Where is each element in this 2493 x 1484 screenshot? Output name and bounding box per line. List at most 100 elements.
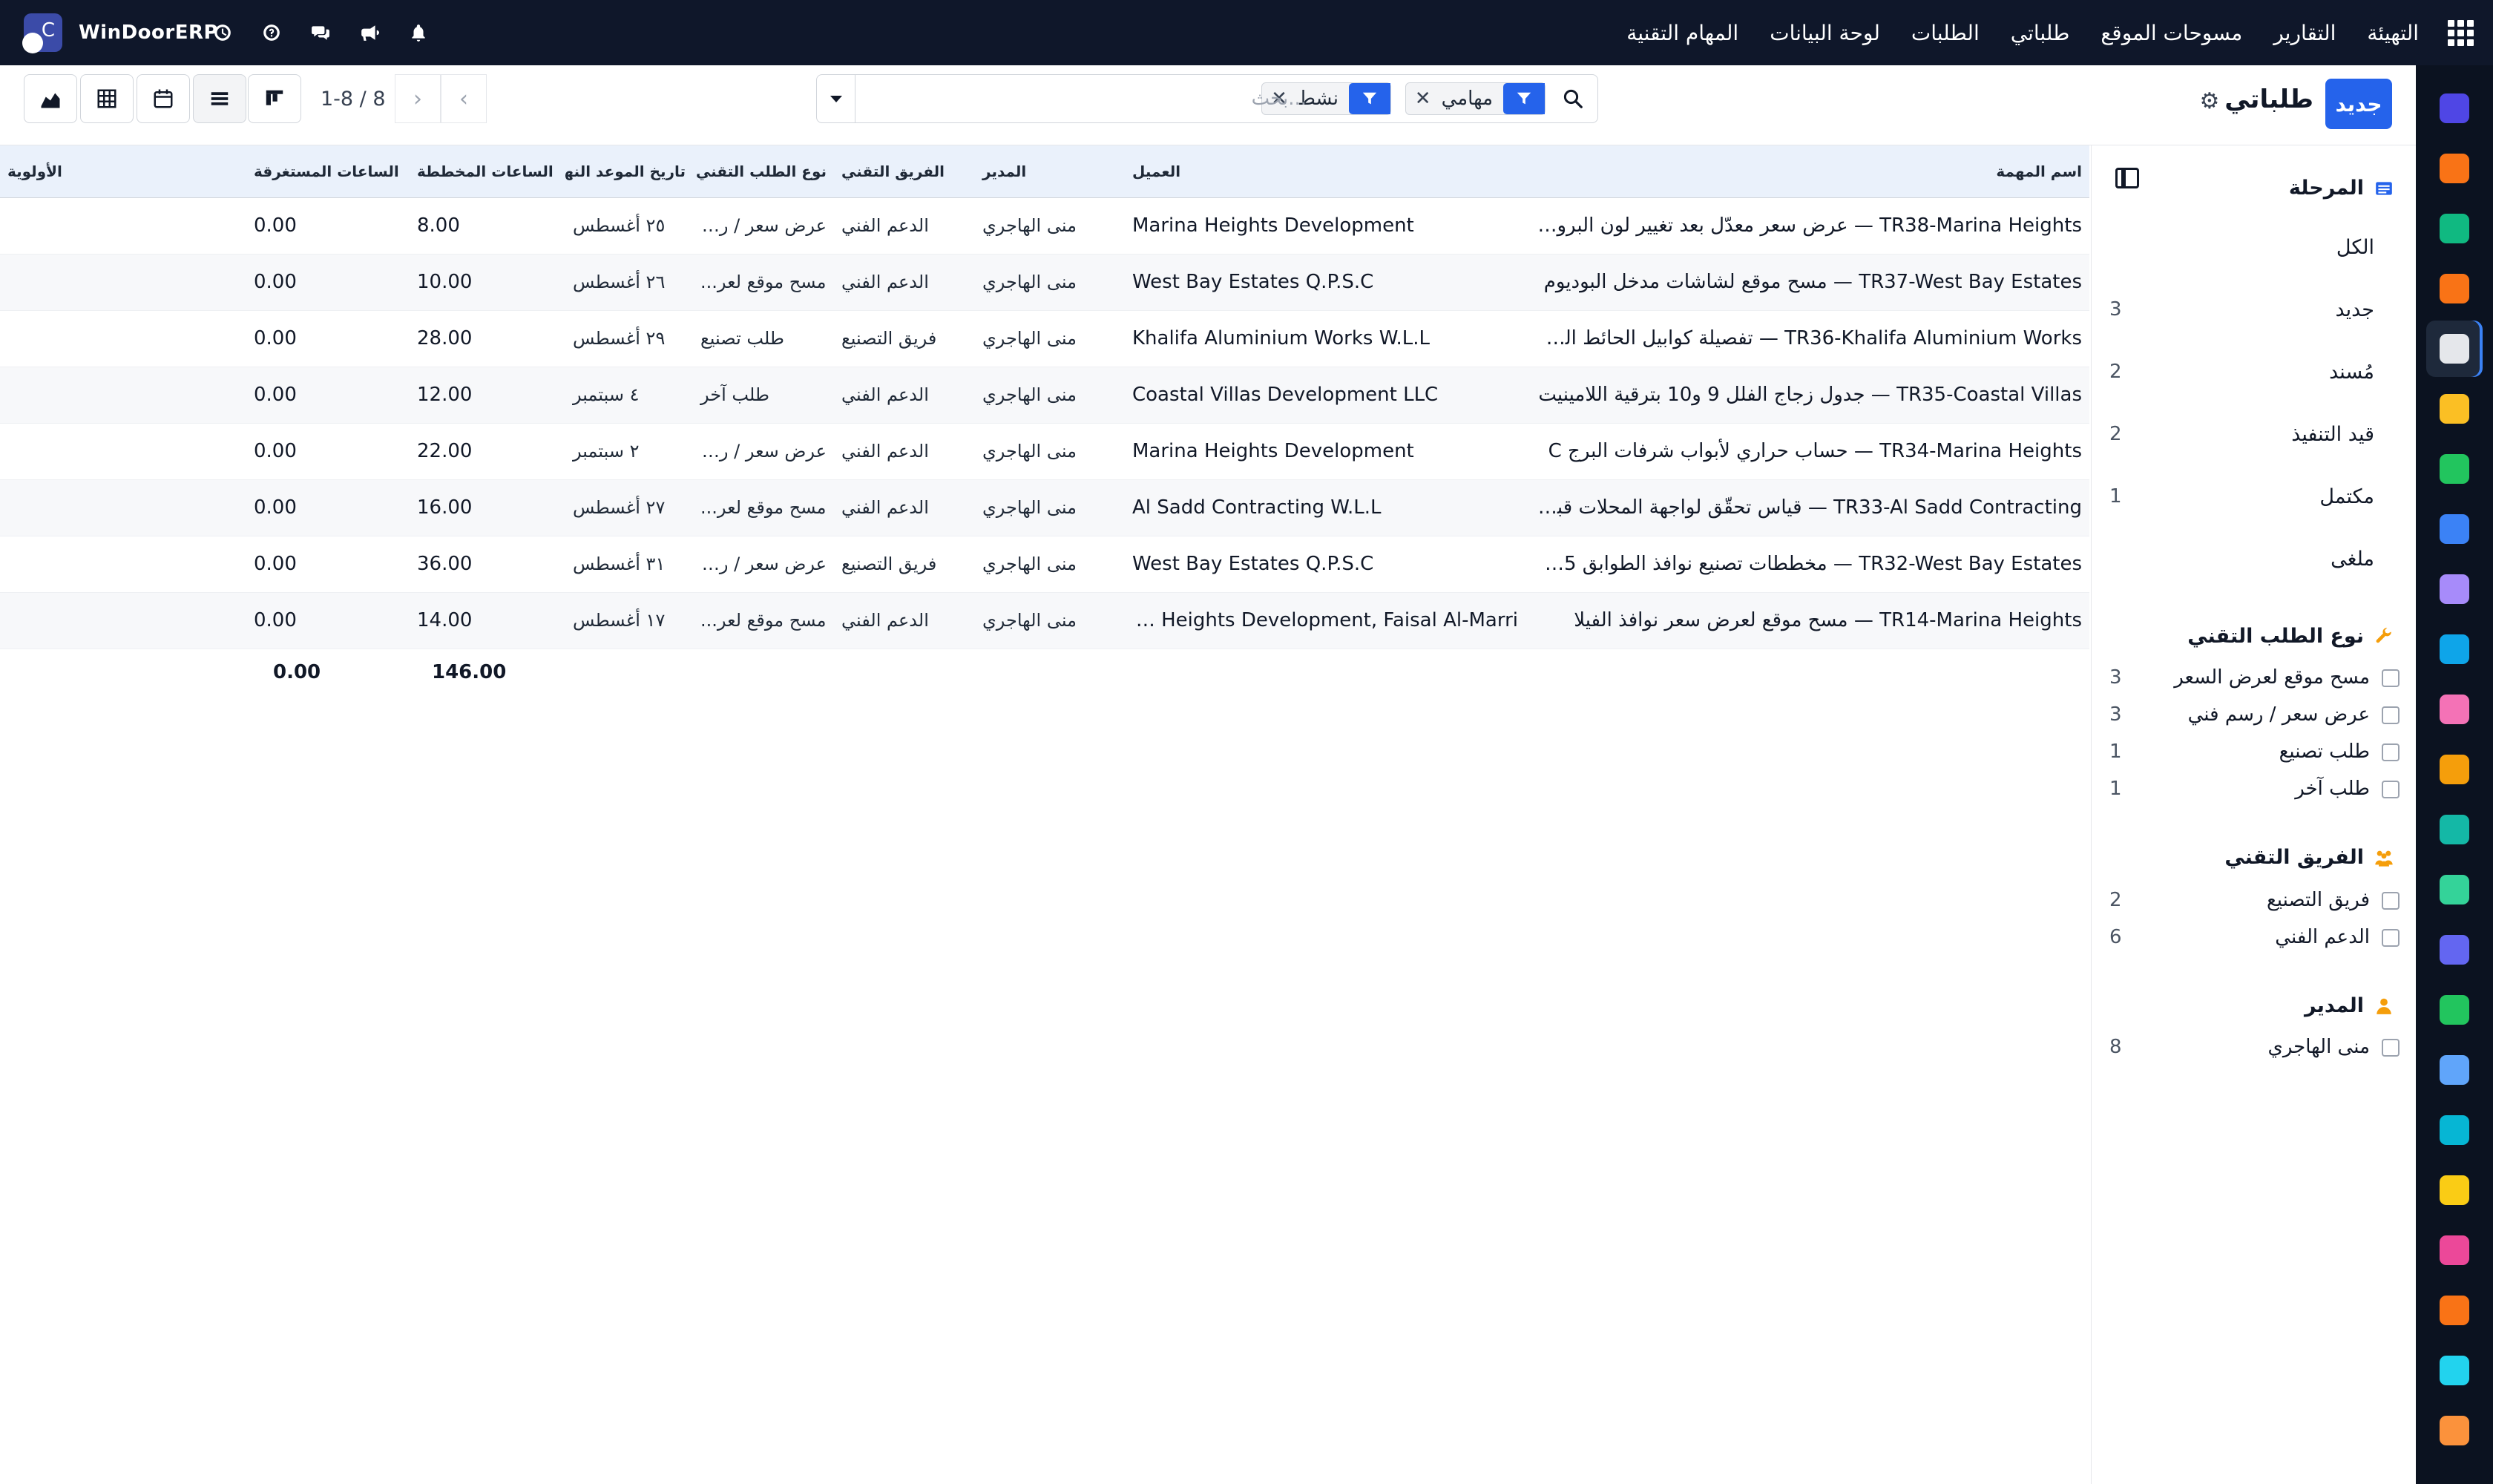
- pivot-view-button[interactable]: [80, 74, 134, 123]
- cell-client[interactable]: West Bay Estates Q.P.S.C: [1125, 254, 1525, 311]
- cell-deadline[interactable]: ٢ سبتمبر: [565, 423, 693, 480]
- graph-view-button[interactable]: [24, 74, 77, 123]
- app-chat-icon[interactable]: [2426, 140, 2483, 197]
- checkbox[interactable]: [2382, 929, 2400, 947]
- facet-my-tasks[interactable]: مهامي ✕: [1405, 82, 1546, 115]
- bell-icon[interactable]: [405, 19, 432, 46]
- app-pen-icon[interactable]: [2426, 801, 2483, 858]
- cell-planned-hours[interactable]: 16.00: [410, 479, 565, 536]
- cell-client[interactable]: Coastal Villas Development LLC: [1125, 367, 1525, 424]
- menu-item-reports[interactable]: التقارير: [2273, 21, 2336, 45]
- app-cube-icon[interactable]: [2426, 1282, 2483, 1339]
- remove-facet-icon[interactable]: ✕: [1406, 88, 1431, 110]
- table-row[interactable]: TR34-Marina Heights — حساب حراري لأبواب …: [0, 423, 2089, 480]
- cell-spent-hours[interactable]: 0.00: [246, 536, 410, 593]
- cell-task-name[interactable]: TR36-Khalifa Aluminium Works — تفصيلة كو…: [1525, 310, 2089, 367]
- cell-planned-hours[interactable]: 36.00: [410, 536, 565, 593]
- chat-icon[interactable]: [307, 19, 334, 46]
- checkbox[interactable]: [2382, 706, 2400, 724]
- cell-spent-hours[interactable]: 0.00: [246, 479, 410, 536]
- list-view-button[interactable]: [193, 74, 246, 123]
- cell-client[interactable]: Marina Heights Development, Faisal Al-Ma…: [1125, 592, 1525, 649]
- app-card-icon[interactable]: [2426, 1222, 2483, 1278]
- cell-planned-hours[interactable]: 12.00: [410, 367, 565, 424]
- column-header-manager[interactable]: المدير: [975, 145, 1125, 198]
- cell-task-name[interactable]: TR14-Marina Heights — مسح موقع لعرض سعر …: [1525, 592, 2089, 649]
- search-icon[interactable]: [1548, 75, 1597, 122]
- menu-item-technical-tasks[interactable]: المهام التقنية: [1626, 21, 1738, 45]
- stage-item-all[interactable]: الكل: [2092, 226, 2416, 270]
- app-dashboard-icon[interactable]: [2426, 922, 2483, 978]
- checkbox[interactable]: [2382, 743, 2400, 761]
- cell-manager[interactable]: منى الهاجري: [975, 367, 1125, 424]
- app-box-icon[interactable]: [2426, 321, 2483, 377]
- table-row[interactable]: TR33-Al Sadd Contracting — قياس تحقّق لو…: [0, 479, 2089, 536]
- menu-item-requests[interactable]: الطلبات: [1911, 21, 1980, 45]
- cell-deadline[interactable]: ١٧ أغسطس: [565, 592, 693, 649]
- cell-client[interactable]: Marina Heights Development: [1125, 423, 1525, 480]
- cell-planned-hours[interactable]: 8.00: [410, 197, 565, 255]
- cell-spent-hours[interactable]: 0.00: [246, 423, 410, 480]
- cell-client[interactable]: Khalifa Aluminium Works W.L.L: [1125, 310, 1525, 367]
- cell-spent-hours[interactable]: 0.00: [246, 197, 410, 255]
- cell-spent-hours[interactable]: 0.00: [246, 310, 410, 367]
- new-button[interactable]: جديد: [2325, 79, 2392, 129]
- cell-request-type[interactable]: مسح موقع لعر...: [693, 254, 834, 311]
- cell-request-type[interactable]: مسح موقع لعر...: [693, 592, 834, 649]
- cell-manager[interactable]: منى الهاجري: [975, 310, 1125, 367]
- filter-type-quote-drawing[interactable]: عرض سعر / رسم فني 3: [2092, 699, 2416, 732]
- column-header-deadline[interactable]: تاريخ الموعد النهائي: [565, 145, 693, 198]
- collapse-panel-icon[interactable]: [2115, 168, 2139, 188]
- column-header-planned-hours[interactable]: الساعات المخططة: [410, 145, 565, 198]
- column-header-spent-hours[interactable]: الساعات المستغرقة: [246, 145, 410, 198]
- app-arrow-icon[interactable]: [2426, 200, 2483, 257]
- cell-deadline[interactable]: ٤ سبتمبر: [565, 367, 693, 424]
- cell-team[interactable]: الدعم الفني: [834, 592, 975, 649]
- cell-manager[interactable]: منى الهاجري: [975, 536, 1125, 593]
- column-header-priority[interactable]: الأولوية: [0, 145, 246, 198]
- filter-type-site-survey[interactable]: مسح موقع لعرض السعر 3: [2092, 662, 2416, 695]
- cell-priority[interactable]: [0, 254, 246, 311]
- cell-planned-hours[interactable]: 22.00: [410, 423, 565, 480]
- cell-client[interactable]: Al Sadd Contracting W.L.L: [1125, 479, 1525, 536]
- cell-task-name[interactable]: TR33-Al Sadd Contracting — قياس تحقّق لو…: [1525, 479, 2089, 536]
- app-send-icon[interactable]: [2426, 1162, 2483, 1218]
- pager-prev-button[interactable]: ‹: [441, 74, 487, 123]
- cell-priority[interactable]: [0, 197, 246, 255]
- cell-team[interactable]: فريق التصنيع: [834, 310, 975, 367]
- cell-planned-hours[interactable]: 10.00: [410, 254, 565, 311]
- pager-next-button[interactable]: ›: [395, 74, 441, 123]
- gear-icon[interactable]: ⚙: [2198, 88, 2221, 114]
- cell-priority[interactable]: [0, 479, 246, 536]
- cell-team[interactable]: الدعم الفني: [834, 254, 975, 311]
- cell-team[interactable]: الدعم الفني: [834, 367, 975, 424]
- app-book-icon[interactable]: [2426, 501, 2483, 557]
- cell-team[interactable]: الدعم الفني: [834, 423, 975, 480]
- app-team-icon[interactable]: [2426, 681, 2483, 738]
- stage-item-in-progress[interactable]: قيد التنفيذ 2: [2092, 413, 2416, 457]
- calendar-view-button[interactable]: [137, 74, 190, 123]
- cell-client[interactable]: Marina Heights Development: [1125, 197, 1525, 255]
- megaphone-icon[interactable]: [356, 19, 383, 46]
- checkbox[interactable]: [2382, 669, 2400, 687]
- pager-value[interactable]: 1-8 / 8: [321, 88, 386, 111]
- app-chart-icon[interactable]: [2426, 260, 2483, 317]
- checkbox[interactable]: [2382, 781, 2400, 798]
- clock-icon[interactable]: [209, 19, 236, 46]
- filter-type-other[interactable]: طلب آخر 1: [2092, 773, 2416, 806]
- stage-item-cancelled[interactable]: ملغى: [2092, 537, 2416, 582]
- app-calendar-icon[interactable]: [2426, 741, 2483, 798]
- cell-task-name[interactable]: TR34-Marina Heights — حساب حراري لأبواب …: [1525, 423, 2089, 480]
- cell-task-name[interactable]: TR35-Coastal Villas — جدول زجاج الفلل 9 …: [1525, 367, 2089, 424]
- column-header-client[interactable]: العميل: [1125, 145, 1525, 198]
- stage-item-done[interactable]: مكتمل 1: [2092, 475, 2416, 519]
- cell-priority[interactable]: [0, 592, 246, 649]
- menu-item-dashboard[interactable]: لوحة البيانات: [1770, 21, 1880, 45]
- cell-priority[interactable]: [0, 367, 246, 424]
- cell-request-type[interactable]: طلب تصنيع: [693, 310, 834, 367]
- table-row[interactable]: TR36-Khalifa Aluminium Works — تفصيلة كو…: [0, 310, 2089, 367]
- cell-manager[interactable]: منى الهاجري: [975, 254, 1125, 311]
- cell-spent-hours[interactable]: 0.00: [246, 592, 410, 649]
- cell-manager[interactable]: منى الهاجري: [975, 592, 1125, 649]
- cell-deadline[interactable]: ٢٩ أغسطس: [565, 310, 693, 367]
